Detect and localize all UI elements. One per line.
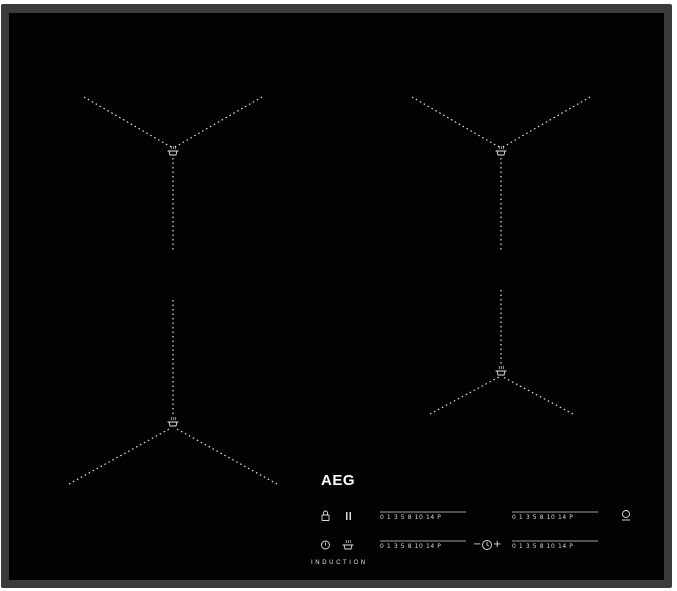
front-left-slider-scale: 0 1 3 5 8 10 14 P	[380, 543, 442, 550]
induction-label: INDUCTION	[311, 560, 368, 566]
pot-icon	[167, 416, 179, 427]
pot-icon	[495, 145, 507, 156]
pot-icon	[495, 365, 507, 376]
front-right-zone-guide	[429, 290, 574, 415]
power-icon[interactable]	[321, 540, 330, 550]
timer-plus-button[interactable]: +	[493, 540, 501, 550]
lock-icon[interactable]	[321, 510, 330, 521]
brand-logo: AEG	[321, 472, 356, 489]
rear-left-slider-scale: 0 1 3 5 8 10 14 P	[380, 514, 442, 521]
rear-right-zone-guide	[411, 96, 591, 252]
rear-left-zone-guide	[83, 96, 263, 252]
bridge-icon[interactable]	[622, 510, 630, 521]
pause-icon[interactable]	[346, 512, 351, 520]
cooking-zone-markings	[68, 96, 630, 550]
timer-icon[interactable]	[482, 540, 492, 550]
front-right-slider-scale: 0 1 3 5 8 10 14 P	[512, 543, 574, 550]
rear-right-slider-scale: 0 1 3 5 8 10 14 P	[512, 514, 574, 521]
pot-icon	[167, 145, 179, 156]
front-left-zone-guide	[68, 300, 278, 485]
timer-minus-button[interactable]: −	[473, 540, 481, 550]
pot-icon[interactable]	[342, 539, 354, 550]
